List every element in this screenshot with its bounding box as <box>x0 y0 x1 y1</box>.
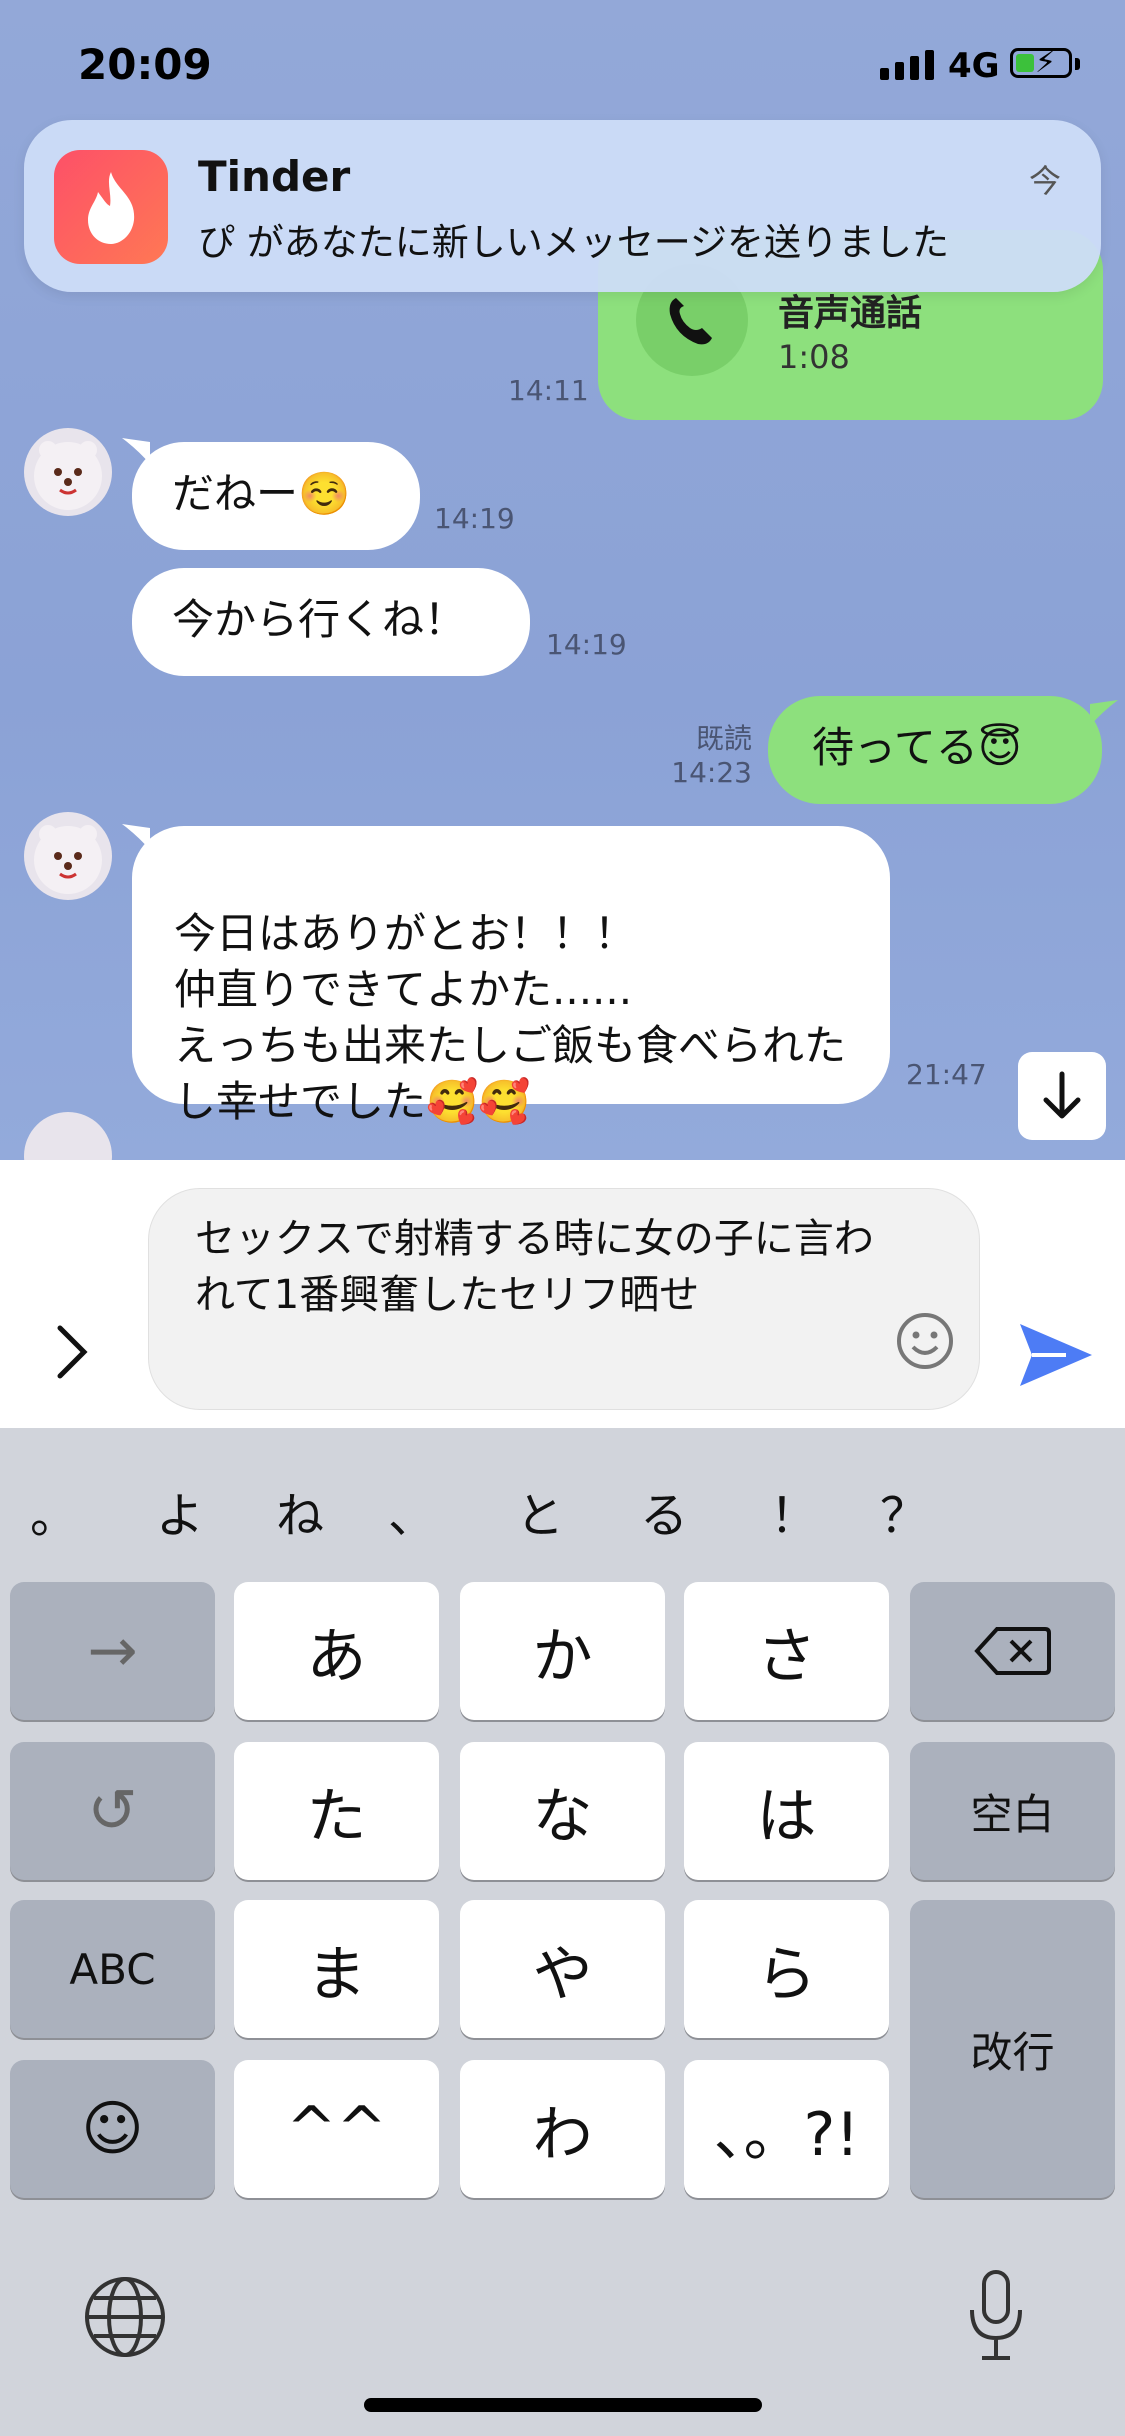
candidate-word[interactable]: ！ <box>770 1476 818 1546</box>
emoji-icon[interactable] <box>895 1311 955 1371</box>
message-time: 14:19 <box>434 502 515 535</box>
tinder-app-icon <box>54 150 168 264</box>
key-na[interactable]: な <box>460 1742 665 1880</box>
call-duration: 1:08 <box>778 338 850 376</box>
delete-icon <box>973 1627 1051 1675</box>
message-input-bar: セックスで射精する時に女の子に言われて1番興奮したセリフ晒せ <box>0 1160 1125 1428</box>
battery-icon: ⚡ <box>1010 45 1072 80</box>
globe-icon[interactable] <box>82 2274 168 2360</box>
arrow-down-icon <box>1043 1071 1081 1119</box>
keyboard: 。 よ ね 、 と る ！ ？ → あ か さ ↺ た な は 空白 ABC ま… <box>0 1428 1125 2436</box>
status-bar: 20:09 4G ⚡ <box>0 40 1125 100</box>
key-a[interactable]: あ <box>234 1582 439 1720</box>
message-text: だねー☺️ <box>172 469 351 518</box>
emoji-key[interactable]: ☺ <box>10 2060 215 2198</box>
candidate-word[interactable]: る <box>640 1476 688 1546</box>
message-text: 今から行くね！ <box>172 595 467 644</box>
chevron-right-icon[interactable] <box>52 1322 92 1382</box>
candidate-word[interactable]: 。 <box>30 1476 78 1546</box>
push-notification[interactable]: Tinder ぴ があなたに新しいメッセージを送りました 今 <box>24 120 1101 292</box>
return-key[interactable]: 改行 <box>910 1900 1115 2198</box>
key-ha[interactable]: は <box>684 1742 889 1880</box>
return-key-label: 改行 <box>970 2027 1055 2077</box>
sent-message-bubble[interactable]: 待ってる😇 <box>768 696 1102 804</box>
abc-key-label: ABC <box>69 1944 156 1994</box>
cellular-signal-icon <box>880 50 934 80</box>
key-punctuation[interactable]: 、。?! <box>684 2060 889 2198</box>
key-ya[interactable]: や <box>460 1900 665 2038</box>
avatar[interactable] <box>24 428 112 516</box>
space-key-label: 空白 <box>970 1789 1055 1839</box>
avatar[interactable] <box>24 1112 112 1160</box>
message-text: 待ってる😇 <box>812 723 1022 772</box>
message-input[interactable]: セックスで射精する時に女の子に言われて1番興奮したセリフ晒せ <box>148 1188 980 1410</box>
key-ma[interactable]: ま <box>234 1900 439 2038</box>
key-sa[interactable]: さ <box>684 1582 889 1720</box>
read-receipt: 既読 <box>695 722 752 755</box>
microphone-icon[interactable] <box>964 2268 1028 2364</box>
message-time: 14:19 <box>546 628 627 661</box>
send-icon[interactable] <box>1018 1320 1094 1390</box>
notification-message: ぴ があなたに新しいメッセージを送りました <box>198 221 950 264</box>
avatar[interactable] <box>24 812 112 900</box>
notification-app-name: Tinder <box>198 152 351 201</box>
message-time: 14:23 <box>671 756 752 789</box>
message-text: 今日はありがとお！！！ 仲直りできてよかた...... えっちも出来たしご飯も食… <box>174 909 847 1126</box>
notification-time: 今 <box>1028 162 1061 200</box>
key-ta[interactable]: た <box>234 1742 439 1880</box>
message-bubble[interactable]: 今から行くね！ <box>132 568 530 676</box>
battery-tip <box>1075 58 1080 70</box>
message-input-text: セックスで射精する時に女の子に言われて1番興奮したセリフ晒せ <box>195 1216 874 1318</box>
key-undo[interactable]: ↺ <box>10 1742 215 1880</box>
key-ka[interactable]: か <box>460 1582 665 1720</box>
candidate-word[interactable]: ？ <box>880 1476 928 1546</box>
scroll-to-bottom-button[interactable] <box>1018 1052 1106 1140</box>
network-type: 4G <box>948 46 1000 86</box>
message-bubble[interactable]: だねー☺️ <box>132 442 420 550</box>
abc-key[interactable]: ABC <box>10 1900 215 2038</box>
delete-key[interactable] <box>910 1582 1115 1720</box>
candidate-word[interactable]: ね <box>276 1476 324 1546</box>
status-time: 20:09 <box>78 40 212 89</box>
bubble-tail <box>1090 700 1118 726</box>
home-indicator[interactable] <box>364 2398 762 2412</box>
candidate-word[interactable]: よ <box>156 1476 204 1546</box>
candidate-word[interactable]: 、 <box>388 1476 436 1546</box>
key-kaomoji[interactable]: ^^ <box>234 2060 439 2198</box>
space-key[interactable]: 空白 <box>910 1742 1115 1880</box>
key-next-arrow[interactable]: → <box>10 1582 215 1720</box>
call-timestamp: 14:11 <box>508 374 589 407</box>
key-ra[interactable]: ら <box>684 1900 889 2038</box>
message-bubble[interactable]: 今日はありがとお！！！ 仲直りできてよかた...... えっちも出来たしご飯も食… <box>132 826 890 1126</box>
message-time: 21:47 <box>906 1058 987 1091</box>
candidate-word[interactable]: と <box>516 1476 564 1546</box>
key-wa[interactable]: わ <box>460 2060 665 2198</box>
